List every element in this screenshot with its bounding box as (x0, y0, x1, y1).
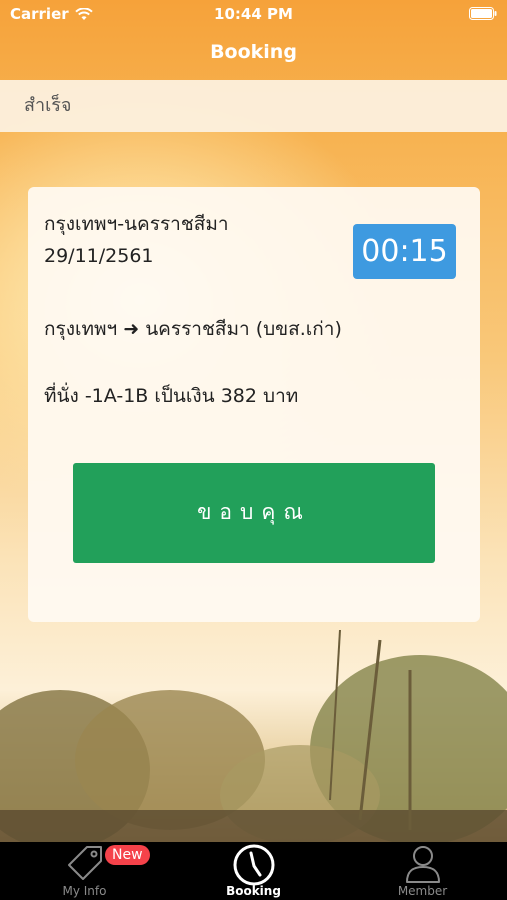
tab-label: Booking (226, 884, 281, 898)
nav-title: Booking (210, 41, 297, 63)
new-badge: New (105, 845, 150, 865)
travel-date: 29/11/2561 (44, 245, 154, 267)
thank-you-button[interactable]: ขอบคุณ (73, 463, 435, 563)
tab-label: My Info (62, 884, 107, 898)
route-title: กรุงเทพฯ-นครราชสีมา (44, 213, 229, 235)
ticket-card: กรุงเทพฯ-นครราชสีมา 29/11/2561 00:15 กรุ… (28, 187, 480, 622)
status-bar: Carrier 10:44 PM (0, 0, 507, 28)
trees-scenery (0, 629, 507, 842)
status-time: 10:44 PM (214, 5, 293, 23)
countdown-timer: 00:15 (353, 224, 456, 279)
status-subheader: สำเร็จ (0, 80, 507, 132)
person-icon (405, 846, 440, 883)
tab-my-info[interactable]: New My Info (0, 842, 169, 900)
route-detail: กรุงเทพฯ ➜ นครราชสีมา (บขส.เก่า) (44, 318, 342, 340)
tab-bar: New My Info Booking Member (0, 842, 507, 900)
seat-price-detail: ที่นั่ง -1A-1B เป็นเงิน 382 บาท (44, 385, 299, 407)
clock-icon (233, 844, 274, 886)
nav-bar: Booking (0, 28, 507, 80)
tab-booking[interactable]: Booking (169, 842, 338, 900)
battery-icon (469, 7, 497, 20)
tab-label: Member (397, 884, 448, 898)
tab-member[interactable]: Member (338, 842, 507, 900)
tag-icon (67, 846, 102, 880)
success-label: สำเร็จ (24, 95, 72, 116)
